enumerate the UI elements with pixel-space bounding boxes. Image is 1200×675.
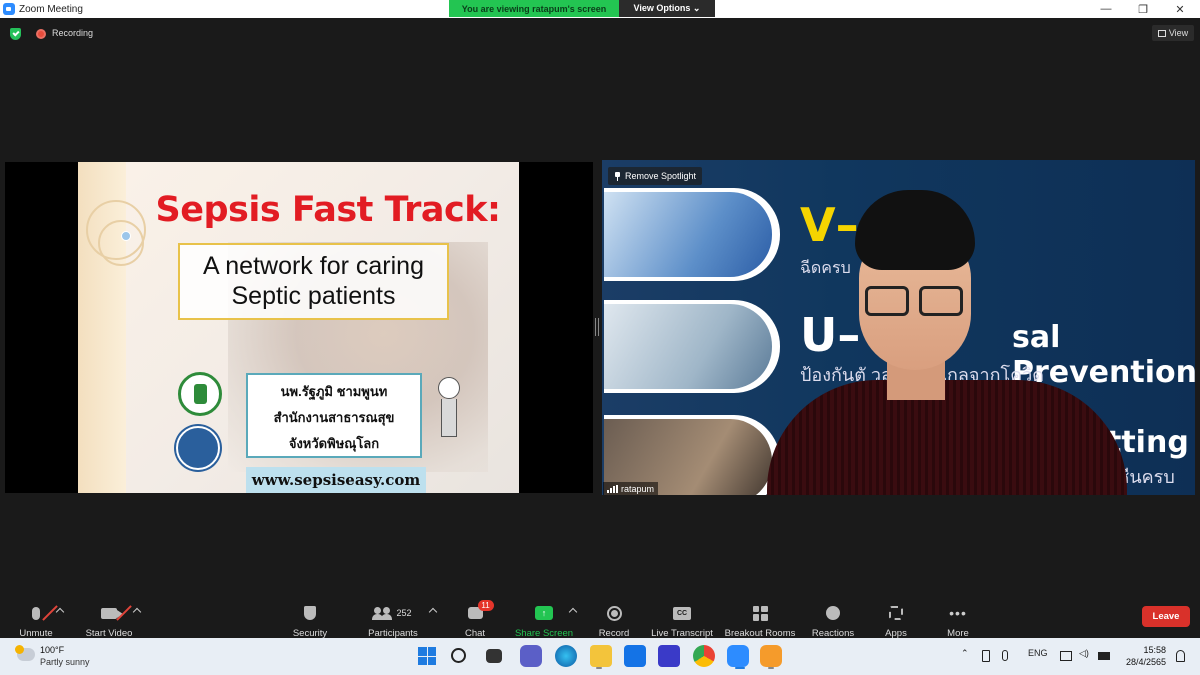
viewing-screen-label: You are viewing ratapum's screen — [449, 0, 619, 17]
cc-icon: CC — [673, 606, 691, 620]
more-button[interactable]: ••• More — [942, 602, 974, 639]
audio-options-caret[interactable] — [55, 607, 65, 617]
split-divider-handle[interactable] — [595, 318, 599, 336]
cartoon-figure — [438, 377, 462, 443]
leave-button[interactable]: Leave — [1142, 606, 1190, 627]
view-options-button[interactable]: View Options ⌄ — [619, 0, 715, 17]
weather-temperature[interactable]: 100°F — [40, 645, 64, 655]
apps-button[interactable]: Apps — [882, 602, 910, 639]
language-indicator[interactable]: ENG — [1028, 648, 1048, 658]
tray-overflow-icon[interactable]: ⌃ — [961, 648, 969, 659]
microphone-tray-icon[interactable] — [1002, 650, 1008, 661]
participants-icon — [372, 607, 392, 620]
usb-icon[interactable] — [982, 650, 990, 662]
shared-screen: Sepsis Fast Track: A network for caring … — [5, 162, 593, 493]
taskbar-clock[interactable]: 15:58 28/4/2565 — [1122, 644, 1166, 668]
presenter-name: นพ.รัฐภูมิ ชามพูนท — [280, 384, 388, 399]
zoom-app-icon — [3, 3, 15, 15]
clock-time: 15:58 — [1143, 645, 1166, 655]
zoom-meeting-window: Zoom Meeting — ❐ ✕ You are viewing ratap… — [0, 0, 1200, 675]
record-dot-icon — [36, 29, 46, 39]
chrome-icon[interactable] — [693, 645, 715, 667]
speaker-video-tile: V– ฉีดครบ U– sal Prevention ป้องกันตั วล… — [602, 160, 1195, 495]
presenter-province: จังหวัดพิษณุโลก — [288, 436, 380, 451]
camera-off-icon — [101, 607, 123, 619]
chat-button[interactable]: 11 Chat — [462, 600, 494, 639]
viewing-banner: You are viewing ratapum's screen View Op… — [449, 0, 715, 17]
edge-icon[interactable] — [555, 645, 577, 667]
background-card — [604, 300, 780, 393]
pin-icon — [614, 171, 621, 181]
presenter-box: นพ.รัฐภูมิ ชามพูนท สำนักงานสาธารณสุข จัง… — [246, 373, 422, 458]
record-icon — [606, 605, 622, 621]
search-icon[interactable] — [451, 648, 466, 663]
notification-bell-icon[interactable] — [1176, 650, 1185, 662]
signal-icon — [607, 484, 618, 493]
ministry-logo — [178, 372, 222, 416]
record-button[interactable]: Record — [596, 602, 632, 639]
slide-website: www.sepsiseasy.com — [246, 467, 426, 493]
apps-icon — [889, 606, 903, 620]
reactions-icon — [826, 606, 840, 620]
battery-icon[interactable] — [1098, 652, 1110, 660]
unmute-button[interactable]: Unmute — [18, 602, 58, 639]
remove-spotlight-button[interactable]: Remove Spotlight — [608, 167, 703, 185]
view-button[interactable]: View — [1152, 25, 1194, 41]
start-video-button[interactable]: Start Video — [84, 602, 134, 639]
close-button[interactable]: ✕ — [1162, 0, 1198, 18]
participant-name: ratapum — [621, 483, 655, 494]
windows-start-icon[interactable] — [416, 645, 438, 667]
presenter-office: สำนักงานสาธารณสุข — [273, 410, 395, 425]
participants-button[interactable]: 252 Participants — [366, 602, 420, 639]
meeting-toolbar: Unmute Start Video Security 252 Particip… — [0, 596, 1200, 639]
recording-label: Recording — [52, 28, 94, 38]
security-button[interactable]: Security — [290, 602, 330, 639]
running-indicator — [596, 667, 602, 669]
running-indicator — [768, 667, 774, 669]
live-transcript-button[interactable]: CC Live Transcript — [650, 602, 714, 639]
volume-icon[interactable]: ◁) — [1079, 648, 1089, 659]
slide-subtitle-box: A network for caring Septic patients — [178, 243, 449, 320]
background-card — [604, 188, 780, 281]
share-screen-icon: ↑ — [535, 606, 553, 620]
mail-icon[interactable] — [624, 645, 646, 667]
photo-editor-icon[interactable] — [658, 645, 680, 667]
security-icon — [304, 606, 316, 620]
provincial-logo — [176, 426, 220, 470]
participants-caret[interactable] — [428, 607, 438, 617]
view-label: View — [1168, 28, 1189, 38]
media-player-icon[interactable] — [760, 645, 782, 667]
shield-icon[interactable] — [10, 28, 21, 40]
window-title: Zoom Meeting — [19, 3, 83, 15]
display-icon[interactable] — [1060, 651, 1072, 661]
teams-chat-icon[interactable] — [520, 645, 542, 667]
share-screen-button[interactable]: ↑ Share Screen — [514, 602, 574, 639]
grid-view-icon — [1157, 29, 1166, 37]
speaker — [767, 190, 1127, 495]
reactions-button[interactable]: Reactions — [810, 602, 856, 639]
file-explorer-icon[interactable] — [590, 645, 612, 667]
maximize-button[interactable]: ❐ — [1125, 0, 1161, 18]
weather-icon[interactable] — [15, 645, 35, 661]
slide-subtitle-line: Septic patients — [231, 282, 396, 310]
zoom-taskbar-icon[interactable] — [727, 645, 749, 667]
video-options-caret[interactable] — [132, 607, 142, 617]
task-view-icon[interactable] — [486, 649, 502, 663]
participants-count: 252 — [396, 608, 412, 618]
minimize-button[interactable]: — — [1088, 0, 1124, 18]
remove-spotlight-label: Remove Spotlight — [625, 171, 697, 181]
slide-dot-decoration — [121, 231, 131, 241]
more-icon: ••• — [949, 605, 967, 621]
microphone-muted-icon — [32, 606, 40, 620]
participant-name-tag: ratapum — [603, 482, 659, 495]
presentation-slide: Sepsis Fast Track: A network for caring … — [78, 162, 519, 493]
slide-title: Sepsis Fast Track: — [155, 190, 502, 230]
running-indicator — [735, 667, 745, 669]
weather-condition[interactable]: Partly sunny — [40, 657, 90, 667]
slide-subtitle-line: A network for caring — [203, 252, 424, 280]
breakout-rooms-icon — [752, 605, 768, 621]
breakout-rooms-button[interactable]: Breakout Rooms — [724, 602, 796, 639]
chat-badge: 11 — [477, 600, 494, 611]
clock-date: 28/4/2565 — [1125, 657, 1166, 667]
